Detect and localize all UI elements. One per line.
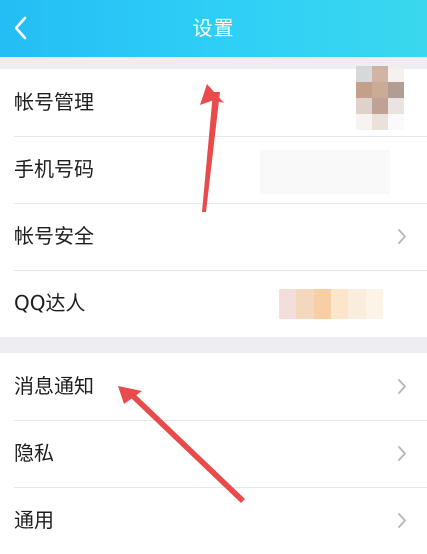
chevron-right-icon — [398, 379, 406, 394]
row-label: 隐私 — [14, 441, 54, 465]
chevron-right-icon — [398, 446, 406, 461]
chevron-right-icon — [398, 229, 406, 244]
settings-row-privacy[interactable]: 隐私 — [0, 420, 427, 487]
row-label: 帐号安全 — [14, 224, 94, 248]
row-label: QQ达人 — [14, 291, 86, 315]
row-label: 消息通知 — [14, 374, 94, 398]
settings-row-account-security[interactable]: 帐号安全 — [0, 203, 427, 270]
row-label: 帐号管理 — [14, 90, 94, 114]
redacted-region — [260, 150, 390, 194]
nav-bar: 设置 — [0, 0, 427, 57]
qq-expert-badge — [279, 289, 383, 319]
row-label: 通用 — [14, 508, 54, 532]
chevron-right-icon — [398, 513, 406, 528]
page-title: 设置 — [192, 16, 235, 40]
row-label: 手机号码 — [14, 157, 94, 181]
settings-row-general[interactable]: 通用 — [0, 487, 427, 554]
avatar — [356, 66, 404, 130]
settings-group-general: 消息通知 隐私 通用 — [0, 353, 427, 554]
settings-row-notifications[interactable]: 消息通知 — [0, 353, 427, 420]
